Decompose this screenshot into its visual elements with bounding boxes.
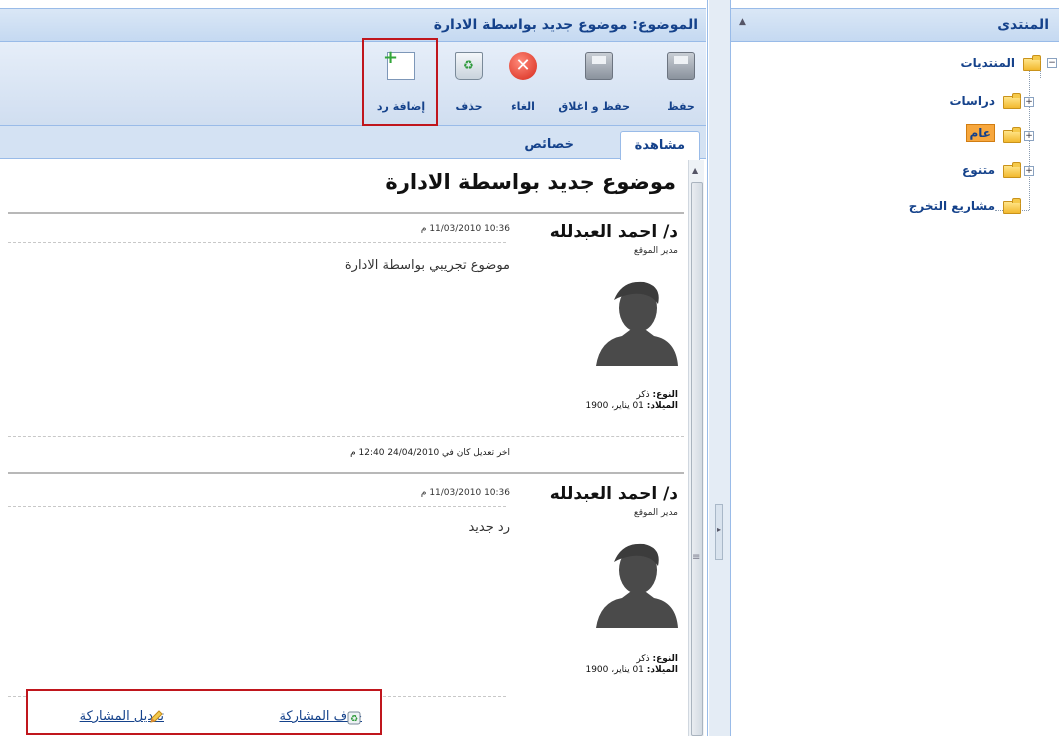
panel-splitter[interactable]: ▸ (709, 0, 731, 736)
scroll-thumb[interactable] (691, 182, 703, 736)
tree-panel-title: المنتدى (997, 17, 1049, 33)
post-divider (8, 436, 684, 437)
forum-tree-panel: ▲ المنتدى − المنتديات + دراسات + عام + م… (731, 0, 1059, 736)
post-divider (8, 242, 506, 243)
tree-panel-header: ▲ المنتدى (731, 8, 1059, 42)
post-body: موضوع تجريبي بواسطة الادارة (344, 258, 510, 273)
topic-content: موضوع جديد بواسطة الادارة د/ احمد العبدل… (8, 160, 684, 736)
panel-header: الموضوع: موضوع جديد بواسطة الادارة (0, 8, 706, 42)
birth-value: 01 يناير، 1900 (585, 665, 647, 675)
last-edited: اخر تعديل كان في 24/04/2010 12:40 م (350, 448, 510, 458)
collapse-icon[interactable]: ▲ (739, 17, 746, 27)
author-meta: النوع: ذكر الميلاد: 01 يناير، 1900 (585, 654, 678, 676)
post-date: 10:36 11/03/2010 م (420, 224, 510, 234)
trash-icon (455, 52, 483, 80)
post-actions: حذف المشاركة ♻ تعديل المشاركة (26, 689, 382, 735)
expand-toggle[interactable]: + (1024, 166, 1034, 176)
save-icon (667, 52, 695, 80)
post-separator (8, 472, 684, 474)
tab-view[interactable]: مشاهدة (619, 131, 700, 160)
expand-arrow-icon: ▸ (717, 525, 722, 534)
cancel-icon: ✕ (509, 52, 537, 80)
gender-value: ذكر (636, 654, 653, 664)
tree-node-graduation-projects[interactable]: مشاريع التخرج (909, 199, 995, 213)
post-body: رد جديد (468, 520, 510, 535)
tree-node-general[interactable]: عام (965, 124, 995, 142)
main-panel: الموضوع: موضوع جديد بواسطة الادارة حفظ ح… (0, 0, 708, 736)
selected-node-label[interactable]: عام (965, 124, 995, 142)
gender-label: النوع: (652, 390, 678, 400)
gender-value: ذكر (636, 390, 653, 400)
save-label: حفظ (667, 100, 695, 113)
content-scrollbar[interactable]: ▲ ≡ (688, 160, 704, 736)
topic-title: موضوع جديد بواسطة الادارة (385, 170, 676, 194)
post-divider (8, 506, 506, 507)
post-author: د/ احمد العبدلله (549, 222, 678, 242)
scroll-up-icon[interactable]: ▲ (692, 166, 698, 175)
gender-label: النوع: (652, 654, 678, 664)
post-author: د/ احمد العبدلله (549, 484, 678, 504)
cancel-button[interactable]: ✕ الغاء (500, 50, 546, 118)
folder-icon (1003, 198, 1021, 214)
collapse-toggle[interactable]: − (1047, 58, 1057, 68)
birth-value: 01 يناير، 1900 (585, 401, 647, 411)
author-meta: النوع: ذكر الميلاد: 01 يناير، 1900 (585, 390, 678, 412)
save-close-icon (585, 52, 613, 80)
birth-label: الميلاد: (646, 665, 678, 675)
delete-label: حذف (455, 100, 483, 113)
cancel-label: الغاء (511, 100, 535, 113)
post-date: 10:36 11/03/2010 م (420, 488, 510, 498)
folder-icon (1003, 127, 1021, 143)
splitter-handle[interactable]: ▸ (715, 504, 723, 560)
toolbar: حفظ حفظ و اغلاق ✕ الغاء حذف + إضافة رد (0, 42, 706, 126)
add-reply-highlight (362, 38, 438, 126)
author-role: مدير الموقع (633, 508, 678, 518)
folder-open-icon (1023, 55, 1041, 71)
delete-button[interactable]: حذف (446, 50, 492, 118)
panel-title: الموضوع: موضوع جديد بواسطة الادارة (433, 17, 698, 33)
tab-strip: مشاهدة خصائص (0, 126, 706, 160)
expand-toggle[interactable]: + (1024, 131, 1034, 141)
trash-icon[interactable]: ♻ (346, 709, 362, 725)
folder-icon (1003, 162, 1021, 178)
folder-icon (1003, 93, 1021, 109)
birth-label: الميلاد: (646, 401, 678, 411)
expand-toggle[interactable]: + (1024, 97, 1034, 107)
tree-node-studies[interactable]: دراسات (949, 94, 995, 108)
tree-node-misc[interactable]: متنوع (962, 163, 995, 177)
save-close-button[interactable]: حفظ و اغلاق (558, 50, 630, 118)
tree-node-forums[interactable]: المنتديات (961, 56, 1015, 70)
author-role: مدير الموقع (633, 246, 678, 256)
pencil-icon[interactable] (148, 709, 164, 725)
scroll-grip-icon: ≡ (692, 552, 701, 563)
avatar-icon (596, 281, 678, 366)
save-close-label: حفظ و اغلاق (558, 100, 630, 113)
avatar-icon (596, 543, 678, 628)
svg-text:♻: ♻ (350, 715, 358, 725)
save-button[interactable]: حفظ (658, 50, 704, 118)
post-separator (8, 212, 684, 214)
tab-properties[interactable]: خصائص (510, 131, 588, 159)
